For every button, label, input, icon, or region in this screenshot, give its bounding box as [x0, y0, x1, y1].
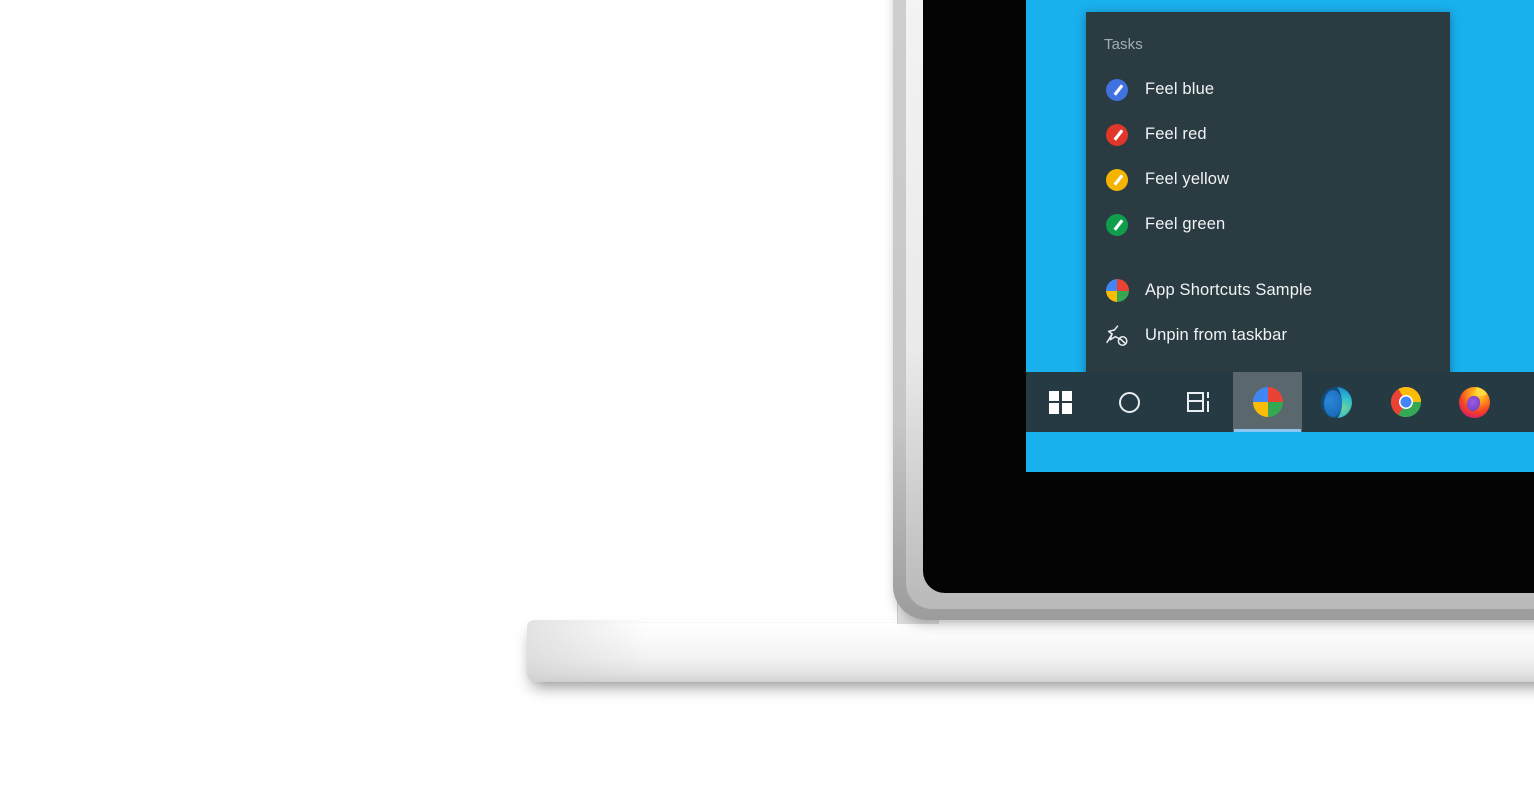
taskbar-task-view-button[interactable]	[1164, 372, 1233, 432]
windows-logo-icon	[1049, 390, 1072, 414]
laptop-base-sheen	[527, 620, 647, 682]
screenshot-stage: Tasks Feel blue Feel red Feel yellow Fee…	[0, 0, 1534, 805]
taskbar-start-button[interactable]	[1026, 372, 1095, 432]
unpin-icon	[1102, 321, 1132, 351]
jumplist-item-label: App Shortcuts Sample	[1145, 281, 1313, 299]
jumplist-item-label: Feel red	[1145, 125, 1207, 143]
firefox-icon	[1459, 386, 1490, 418]
cortana-circle-icon	[1119, 391, 1140, 413]
pen-circle-yellow-icon	[1102, 165, 1132, 195]
jumplist-item-label: Feel yellow	[1145, 170, 1230, 188]
jumplist-item-feel-red[interactable]: Feel red	[1086, 112, 1450, 157]
laptop-base-highlight	[527, 620, 1534, 623]
taskbar-google-chrome[interactable]	[1371, 372, 1440, 432]
app-quad-icon	[1252, 387, 1283, 417]
jumplist-item-label: Feel green	[1145, 215, 1226, 233]
taskbar-mozilla-firefox[interactable]	[1440, 372, 1509, 432]
taskbar-cortana-button[interactable]	[1095, 372, 1164, 432]
app-quad-icon	[1102, 276, 1132, 306]
jumplist-item-unpin-from-taskbar[interactable]: Unpin from taskbar	[1086, 313, 1450, 358]
jumplist-item-label: Unpin from taskbar	[1145, 326, 1288, 344]
laptop-screen: Tasks Feel blue Feel red Feel yellow Fee…	[1026, 0, 1534, 472]
taskbar-microsoft-edge[interactable]	[1302, 372, 1371, 432]
taskbar-app-shortcuts-sample[interactable]	[1233, 372, 1302, 432]
jumplist-item-label: Feel blue	[1145, 80, 1215, 98]
pen-circle-blue-icon	[1102, 75, 1132, 105]
jumplist-item-feel-yellow[interactable]: Feel yellow	[1086, 157, 1450, 202]
chrome-icon	[1390, 387, 1421, 417]
edge-icon	[1321, 386, 1352, 418]
laptop-base	[527, 620, 1534, 682]
jumplist-menu[interactable]: Tasks Feel blue Feel red Feel yellow Fee…	[1086, 12, 1450, 413]
task-view-icon	[1186, 392, 1211, 412]
pen-circle-green-icon	[1102, 210, 1132, 240]
jumplist-item-app-shortcuts-sample[interactable]: App Shortcuts Sample	[1086, 268, 1450, 313]
jumplist-header: Tasks	[1104, 36, 1143, 53]
jumplist-item-feel-green[interactable]: Feel green	[1086, 202, 1450, 247]
taskbar[interactable]	[1026, 372, 1534, 432]
jumplist-item-feel-blue[interactable]: Feel blue	[1086, 67, 1450, 112]
jumplist-separator-gap	[1086, 247, 1450, 268]
pen-circle-red-icon	[1102, 120, 1132, 150]
jumplist-tasks: Feel blue Feel red Feel yellow Feel gree…	[1086, 57, 1450, 403]
